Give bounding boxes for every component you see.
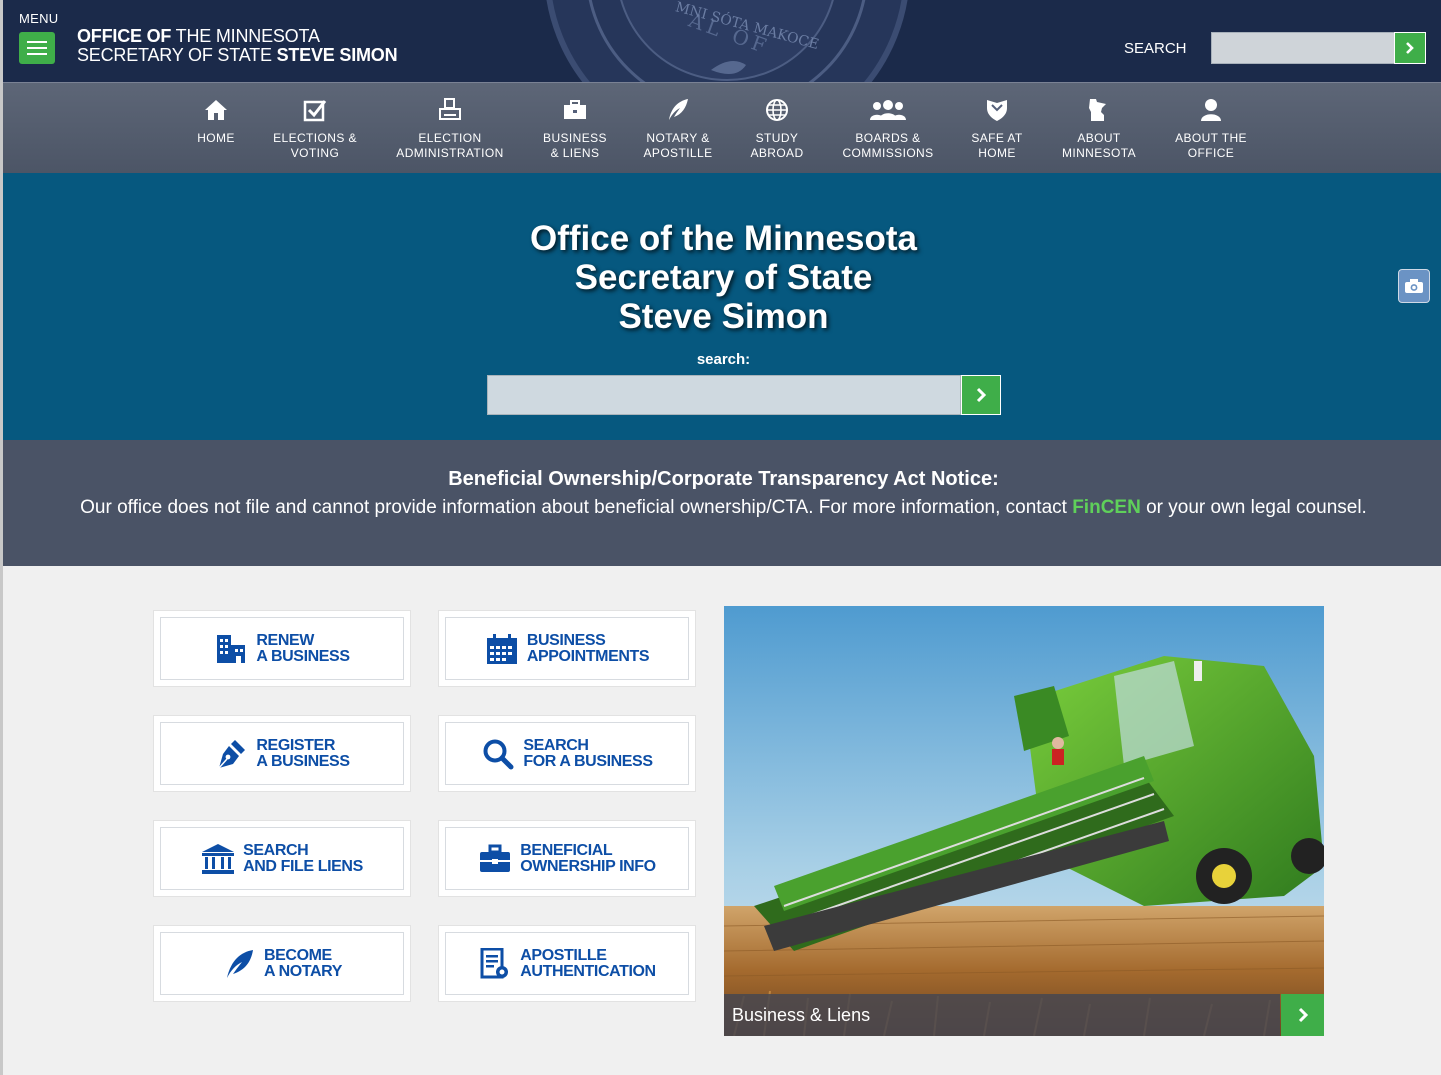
person-icon — [1198, 97, 1224, 123]
hero-search-input[interactable] — [487, 375, 961, 415]
briefcase-icon — [478, 842, 512, 876]
header-search-label: SEARCH — [1124, 40, 1187, 57]
hero-search-label: search: — [696, 351, 751, 368]
nav-item-boards-commissions[interactable]: BOARDS & COMMISSIONS — [835, 83, 941, 174]
business-appointments-button[interactable]: BUSINESS APPOINTMENTS — [438, 610, 696, 687]
hamburger-icon — [27, 41, 47, 43]
nav-item-election-administration[interactable]: ELECTION ADMINISTRATION — [390, 83, 510, 174]
printer-icon — [437, 97, 463, 123]
globe-icon — [764, 97, 790, 123]
notice-body: Our office does not file and cannot prov… — [80, 497, 1367, 518]
nav-item-study-abroad[interactable]: STUDY ABROAD — [741, 83, 813, 174]
become-notary-button[interactable]: BECOME A NOTARY — [153, 925, 411, 1002]
group-icon — [868, 97, 908, 123]
site-header: AL OF MNI SÓTA MAKOCE MENU OFFICE OF THE… — [3, 0, 1441, 82]
notice-title: Beneficial Ownership/Corporate Transpare… — [448, 468, 999, 490]
building-icon — [214, 632, 248, 666]
chevron-right-icon — [976, 387, 987, 403]
feature-business-liens[interactable]: Business & Liens — [724, 606, 1324, 1036]
pen-icon — [214, 737, 248, 771]
hero-banner: Office of the Minnesota Secretary of Sta… — [3, 173, 1441, 440]
search-icon — [481, 737, 515, 771]
chevron-right-icon — [1298, 1007, 1308, 1023]
bank-icon — [201, 842, 235, 876]
quill-icon — [665, 97, 691, 123]
nav-item-notary-apostille[interactable]: NOTARY & APOSTILLE — [635, 83, 721, 174]
nav-item-safe-at-home[interactable]: SAFE AT HOME — [961, 83, 1033, 174]
main-nav: HOME ELECTIONS & VOTING ELECTION ADMINIS… — [3, 82, 1441, 173]
nav-item-business-liens[interactable]: BUSINESS & LIENS — [535, 83, 615, 174]
menu-block: MENU — [19, 11, 58, 64]
combine-harvester-image — [724, 606, 1324, 1036]
chevron-right-icon — [1406, 42, 1414, 54]
hero-search-submit-button[interactable] — [961, 375, 1001, 415]
search-file-liens-button[interactable]: SEARCH AND FILE LIENS — [153, 820, 411, 897]
hero-title: Office of the Minnesota Secretary of Sta… — [530, 219, 917, 336]
minnesota-icon — [1086, 97, 1112, 123]
nav-item-home[interactable]: HOME — [181, 83, 251, 174]
feature-go-button[interactable] — [1281, 994, 1324, 1036]
home-icon — [203, 97, 229, 123]
feather-icon — [222, 947, 256, 981]
site-title-line2: SECRETARY OF STATE STEVE SIMON — [77, 45, 398, 65]
site-title[interactable]: OFFICE OF THE MINNESOTA SECRETARY OF STA… — [77, 26, 398, 65]
calendar-icon — [485, 632, 519, 666]
hamburger-menu-button[interactable] — [19, 32, 55, 64]
site-title-line1: OFFICE OF THE MINNESOTA — [77, 26, 320, 46]
feature-caption: Business & Liens — [724, 994, 1280, 1036]
camera-icon — [1405, 279, 1423, 293]
state-seal-watermark: AL OF MNI SÓTA MAKOCE — [546, 0, 908, 82]
camera-button[interactable] — [1398, 269, 1430, 303]
nav-item-about-minnesota[interactable]: ABOUT MINNESOTA — [1053, 83, 1145, 174]
menu-label: MENU — [19, 11, 59, 26]
fincen-link[interactable]: FinCEN — [1072, 497, 1141, 518]
header-search-input[interactable] — [1211, 32, 1395, 64]
briefcase-icon — [562, 97, 588, 123]
apostille-authentication-button[interactable]: APOSTILLE AUTHENTICATION — [438, 925, 696, 1002]
beneficial-ownership-info-button[interactable]: BENEFICIAL OWNERSHIP INFO — [438, 820, 696, 897]
header-search-submit-button[interactable] — [1394, 32, 1426, 64]
cta-notice: Beneficial Ownership/Corporate Transpare… — [3, 440, 1441, 566]
shield-icon — [984, 97, 1010, 123]
checkbox-icon — [302, 97, 328, 123]
search-for-business-button[interactable]: SEARCH FOR A BUSINESS — [438, 715, 696, 792]
nav-item-about-the-office[interactable]: ABOUT THE OFFICE — [1165, 83, 1257, 174]
nav-item-elections-voting[interactable]: ELECTIONS & VOTING — [265, 83, 365, 174]
certificate-icon — [478, 947, 512, 981]
renew-business-button[interactable]: RENEW A BUSINESS — [153, 610, 411, 687]
register-business-button[interactable]: REGISTER A BUSINESS — [153, 715, 411, 792]
